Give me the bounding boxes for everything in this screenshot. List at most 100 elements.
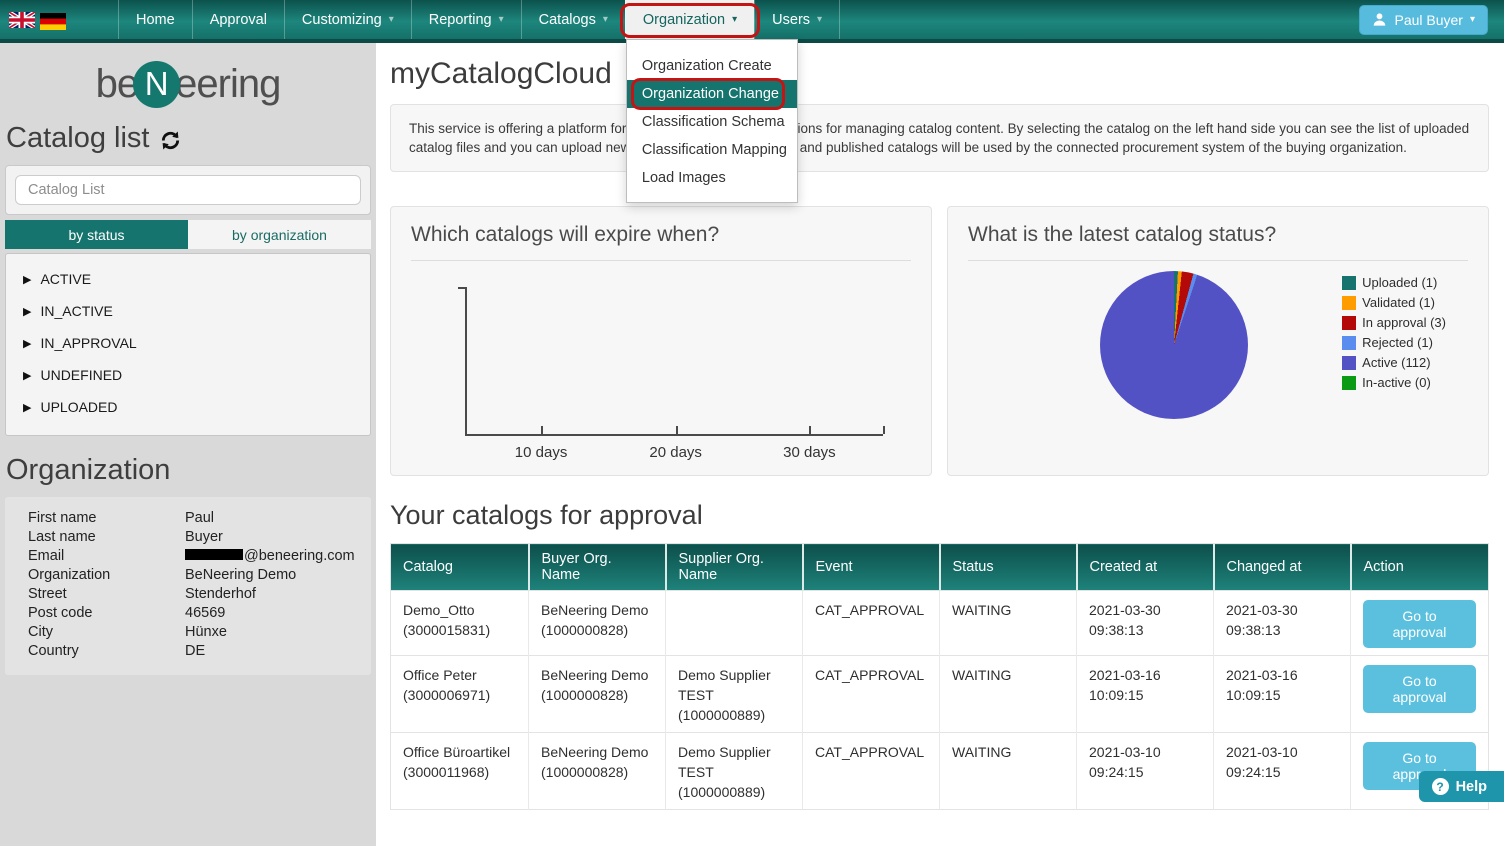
cell-supplier-org: Demo Supplier TEST(1000000889) <box>666 733 803 810</box>
legend-item-uploaded: Uploaded (1) <box>1342 275 1446 290</box>
refresh-icon[interactable] <box>159 129 182 152</box>
accordion-item-active[interactable]: ▶ ACTIVE <box>6 263 370 295</box>
accordion-arrow-icon: ▶ <box>23 369 31 382</box>
go-to-approval-button[interactable]: Go to approval <box>1363 600 1476 648</box>
legend-item-in-active: In-active (0) <box>1342 375 1446 390</box>
accordion-item-in-approval[interactable]: ▶ IN_APPROVAL <box>6 327 370 359</box>
menu-item-organization-change[interactable]: Organization Change <box>627 80 797 108</box>
chevron-down-icon: ▾ <box>732 14 737 25</box>
cell-status: WAITING <box>940 733 1077 810</box>
status-accordion: ▶ ACTIVE ▶ IN_ACTIVE ▶ IN_APPROVAL ▶ UND… <box>5 253 371 436</box>
y-axis <box>465 287 467 436</box>
logo-text-pre: be <box>96 62 139 107</box>
redaction-box <box>185 549 243 560</box>
field-value: Buyer <box>185 528 223 547</box>
nav-item-organization[interactable]: Organization ▾ Organization Create Organ… <box>625 0 754 39</box>
cell-created-at: 2021-03-16 10:09:15 <box>1077 656 1214 733</box>
nav-item-customizing[interactable]: Customizing ▾ <box>284 0 411 39</box>
col-header-supplier-org: Supplier Org. Name <box>666 544 803 591</box>
cell-status: WAITING <box>940 656 1077 733</box>
chevron-down-icon: ▾ <box>1470 14 1475 25</box>
org-field-country: Country DE <box>5 642 371 661</box>
x-axis <box>465 434 883 436</box>
accordion-arrow-icon: ▶ <box>23 273 31 286</box>
status-chart-panel: What is the latest catalog status? Uploa… <box>947 206 1489 476</box>
main-content: myCatalogCloud This service is offering … <box>376 43 1504 846</box>
legend-item-rejected: Rejected (1) <box>1342 335 1446 350</box>
nav-item-catalogs[interactable]: Catalogs ▾ <box>521 0 625 39</box>
nav-item-label: Home <box>136 12 175 28</box>
nav-item-label: Customizing <box>302 12 382 28</box>
menu-item-classification-schema[interactable]: Classification Schema <box>627 108 797 136</box>
menu-item-classification-mapping[interactable]: Classification Mapping <box>627 136 797 164</box>
email-domain: @beneering.com <box>244 548 355 564</box>
table-header-row: Catalog Buyer Org. Name Supplier Org. Na… <box>391 544 1489 591</box>
accordion-label: UNDEFINED <box>40 367 122 383</box>
catalog-filter-tabs: by status by organization <box>5 220 371 249</box>
catalog-list-title: Catalog list <box>6 122 149 155</box>
catalog-search-input[interactable] <box>15 175 361 205</box>
nav-item-users[interactable]: Users ▾ <box>754 0 840 39</box>
legend-swatch <box>1342 316 1356 330</box>
menu-item-organization-create[interactable]: Organization Create <box>627 52 797 80</box>
accordion-item-undefined[interactable]: ▶ UNDEFINED <box>6 359 370 391</box>
nav-item-approval[interactable]: Approval <box>192 0 284 39</box>
cell-action: Go to approval <box>1351 591 1489 656</box>
col-header-catalog: Catalog <box>391 544 529 591</box>
legend-label: Validated (1) <box>1362 295 1435 310</box>
cell-buyer-org: BeNeering Demo(1000000828) <box>529 656 666 733</box>
legend-label: Rejected (1) <box>1362 335 1433 350</box>
field-label: Email <box>5 547 185 566</box>
nav-item-reporting[interactable]: Reporting ▾ <box>411 0 521 39</box>
german-flag-icon[interactable] <box>40 13 66 30</box>
go-to-approval-button[interactable]: Go to approval <box>1363 665 1476 713</box>
help-button[interactable]: ? Help <box>1419 771 1504 802</box>
cell-status: WAITING <box>940 591 1077 656</box>
user-menu-button[interactable]: Paul Buyer ▾ <box>1359 5 1488 35</box>
legend-item-validated: Validated (1) <box>1342 295 1446 310</box>
col-header-status: Status <box>940 544 1077 591</box>
nav-item-label: Users <box>772 12 810 28</box>
organization-details-panel: First name Paul Last name Buyer Email @b… <box>5 497 371 675</box>
accordion-item-uploaded[interactable]: ▶ UPLOADED <box>6 391 370 423</box>
nav-item-label: Catalogs <box>539 12 596 28</box>
cell-event: CAT_APPROVAL <box>803 656 940 733</box>
legend-swatch <box>1342 376 1356 390</box>
col-header-event: Event <box>803 544 940 591</box>
field-value: Paul <box>185 509 214 528</box>
help-icon: ? <box>1432 778 1449 795</box>
table-row: Office Büroartikel(3000011968) BeNeering… <box>391 733 1489 810</box>
tab-by-status[interactable]: by status <box>5 220 188 249</box>
field-value: Hünxe <box>185 623 227 642</box>
x-label-30-days: 30 days <box>783 444 836 461</box>
nav-item-label: Approval <box>210 12 267 28</box>
cell-catalog: Office Büroartikel(3000011968) <box>391 733 529 810</box>
pie-legend: Uploaded (1) Validated (1) In approval (… <box>1342 271 1446 419</box>
x-tick-20-days <box>676 426 678 434</box>
organization-dropdown-menu: Organization Create Organization Change … <box>626 39 798 203</box>
chevron-down-icon: ▾ <box>817 14 822 25</box>
x-axis-end-tick <box>883 426 885 434</box>
top-navbar: Home Approval Customizing ▾ Reporting ▾ … <box>0 0 1504 43</box>
col-header-changed-at: Changed at <box>1214 544 1351 591</box>
field-label: City <box>5 623 185 642</box>
col-header-created-at: Created at <box>1077 544 1214 591</box>
uk-flag-icon[interactable] <box>9 12 35 28</box>
cell-event: CAT_APPROVAL <box>803 591 940 656</box>
cell-buyer-org: BeNeering Demo(1000000828) <box>529 733 666 810</box>
service-description: This service is offering a platform for … <box>390 104 1489 172</box>
tab-by-organization[interactable]: by organization <box>188 220 371 249</box>
status-chart-title: What is the latest catalog status? <box>968 223 1468 261</box>
cell-supplier-org <box>666 591 803 656</box>
legend-item-active: Active (112) <box>1342 355 1446 370</box>
logo-n-circle: N <box>133 61 180 108</box>
nav-item-home[interactable]: Home <box>118 0 192 39</box>
table-row: Demo_Otto(3000015831) BeNeering Demo(100… <box>391 591 1489 656</box>
accordion-item-in-active[interactable]: ▶ IN_ACTIVE <box>6 295 370 327</box>
cell-event: CAT_APPROVAL <box>803 733 940 810</box>
accordion-arrow-icon: ▶ <box>23 401 31 414</box>
menu-item-load-images[interactable]: Load Images <box>627 164 797 192</box>
cell-changed-at: 2021-03-10 09:24:15 <box>1214 733 1351 810</box>
accordion-label: IN_APPROVAL <box>40 335 136 351</box>
legend-label: Active (112) <box>1362 355 1430 370</box>
